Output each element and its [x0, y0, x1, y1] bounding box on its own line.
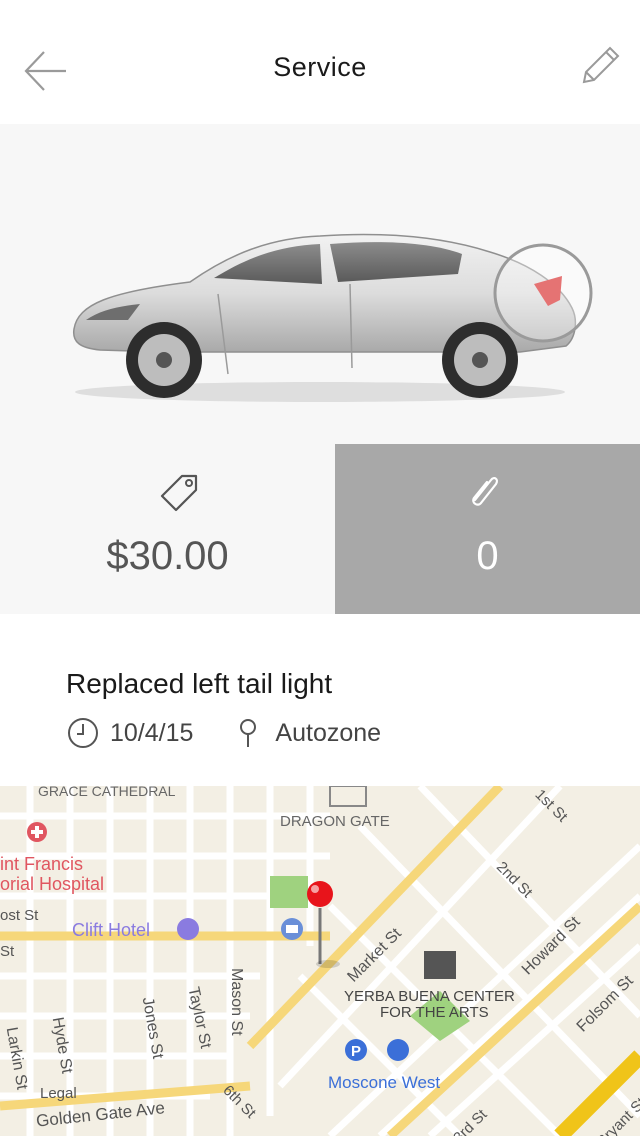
- paperclip-icon: [472, 477, 499, 506]
- map-label-dragon: DRAGON GATE: [280, 813, 390, 830]
- museum-icon: [424, 951, 456, 979]
- attachments-count: 0: [476, 534, 499, 578]
- map-label-moscone: Moscone West: [328, 1073, 440, 1092]
- car-illustration: [72, 233, 593, 402]
- hotel-icon: [177, 918, 199, 940]
- map-pin-icon: [240, 719, 257, 747]
- service-stats: $30.00 0: [0, 444, 640, 614]
- location-map[interactable]: P GRACE CATHEDRAL DRAGON GATE int Franci…: [0, 786, 640, 1136]
- tail-light-highlight: [493, 243, 593, 343]
- svg-text:P: P: [351, 1043, 361, 1060]
- nav-bar: Service: [0, 0, 640, 124]
- service-meta: 10/4/15 Autozone: [66, 716, 381, 750]
- map-label-clift: Clift Hotel: [72, 920, 150, 940]
- attachments-tile[interactable]: 0: [335, 444, 640, 614]
- map-label-saint2: orial Hospital: [0, 874, 104, 894]
- map-label-legal: Legal: [40, 1085, 77, 1102]
- map-label-grace: GRACE CATHEDRAL: [38, 786, 176, 799]
- vehicle-panel: [0, 124, 640, 444]
- convention-center-icon: [387, 1039, 409, 1061]
- map-label-mason: Mason St: [228, 968, 245, 1036]
- map-label-st: St: [0, 943, 15, 960]
- map-label-yerba1: YERBA BUENA CENTER: [344, 988, 515, 1005]
- map-canvas: P GRACE CATHEDRAL DRAGON GATE int Franci…: [0, 786, 640, 1136]
- map-label-saint1: int Francis: [0, 854, 83, 874]
- price-tile: $30.00: [0, 444, 335, 614]
- service-location: Autozone: [275, 718, 382, 747]
- clock-icon: [68, 718, 98, 748]
- map-label-post: ost St: [0, 907, 39, 924]
- edit-button[interactable]: [574, 42, 624, 92]
- service-date: 10/4/15: [110, 718, 194, 747]
- tag-icon: [160, 474, 198, 512]
- pencil-icon: [582, 46, 620, 84]
- service-description: Replaced left tail light: [66, 668, 333, 699]
- map-label-yerba2: FOR THE ARTS: [380, 1004, 489, 1021]
- page-title: Service: [273, 52, 367, 82]
- service-details: Replaced left tail light 10/4/15 Autozon…: [0, 614, 640, 786]
- price-value: $30.00: [106, 534, 229, 578]
